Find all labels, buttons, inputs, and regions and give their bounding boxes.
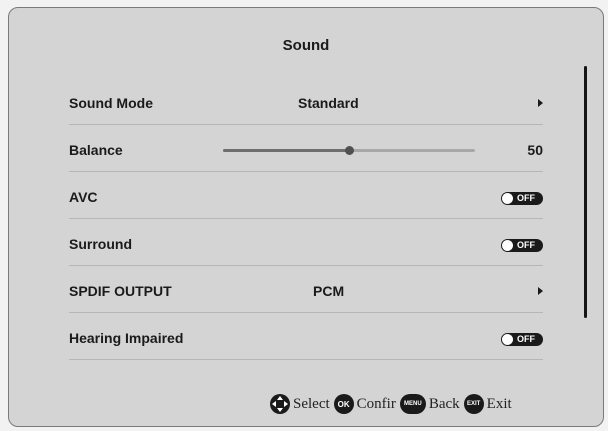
spdif-output-label: SPDIF OUTPUT	[69, 283, 172, 299]
menu-button-icon: MENU	[399, 394, 426, 414]
hearing-impaired-toggle[interactable]: OFF	[501, 333, 543, 346]
sound-mode-value: Standard	[298, 95, 359, 111]
toggle-knob	[502, 334, 513, 345]
balance-slider-thumb[interactable]	[344, 146, 354, 155]
select-hint: Select	[293, 395, 330, 412]
avc-toggle[interactable]: OFF	[501, 192, 543, 205]
balance-row[interactable]: Balance 50	[69, 125, 543, 172]
balance-label: Balance	[69, 142, 123, 158]
menu-title: Sound	[282, 37, 330, 54]
settings-list: Sound Mode Standard Balance 50 AVC OFF S…	[69, 78, 543, 360]
balance-slider[interactable]	[223, 146, 475, 155]
hearing-impaired-row[interactable]: Hearing Impaired OFF	[69, 313, 543, 360]
help-bar: Select OK Confir MENU Back EXIT Exit	[270, 394, 516, 414]
sound-mode-row[interactable]: Sound Mode Standard	[69, 78, 543, 125]
scrollbar[interactable]	[584, 66, 587, 318]
surround-toggle[interactable]: OFF	[501, 239, 543, 252]
balance-slider-fill	[223, 149, 349, 152]
right-arrow-icon	[538, 287, 543, 295]
right-arrow-icon	[538, 99, 543, 107]
surround-row[interactable]: Surround OFF	[69, 219, 543, 266]
toggle-knob	[502, 193, 513, 204]
confirm-hint: Confir	[356, 395, 396, 412]
ok-button-icon: OK	[333, 394, 354, 414]
avc-row[interactable]: AVC OFF	[69, 172, 543, 219]
dpad-icon	[270, 394, 290, 414]
exit-button-icon: EXIT	[463, 394, 484, 414]
back-hint: Back	[428, 395, 460, 412]
sound-mode-label: Sound Mode	[69, 95, 153, 111]
scrollbar-thumb[interactable]	[584, 66, 587, 318]
toggle-state: OFF	[517, 334, 535, 344]
toggle-state: OFF	[517, 240, 535, 250]
avc-label: AVC	[69, 189, 98, 205]
toggle-state: OFF	[517, 193, 535, 203]
toggle-knob	[502, 240, 513, 251]
hearing-impaired-label: Hearing Impaired	[69, 330, 184, 346]
sound-menu-panel: Sound Sound Mode Standard Balance 50 AVC…	[8, 7, 604, 427]
balance-value: 50	[527, 142, 543, 158]
spdif-output-row[interactable]: SPDIF OUTPUT PCM	[69, 266, 543, 313]
spdif-output-value: PCM	[313, 283, 345, 299]
surround-label: Surround	[69, 236, 132, 252]
exit-hint: Exit	[486, 395, 512, 412]
